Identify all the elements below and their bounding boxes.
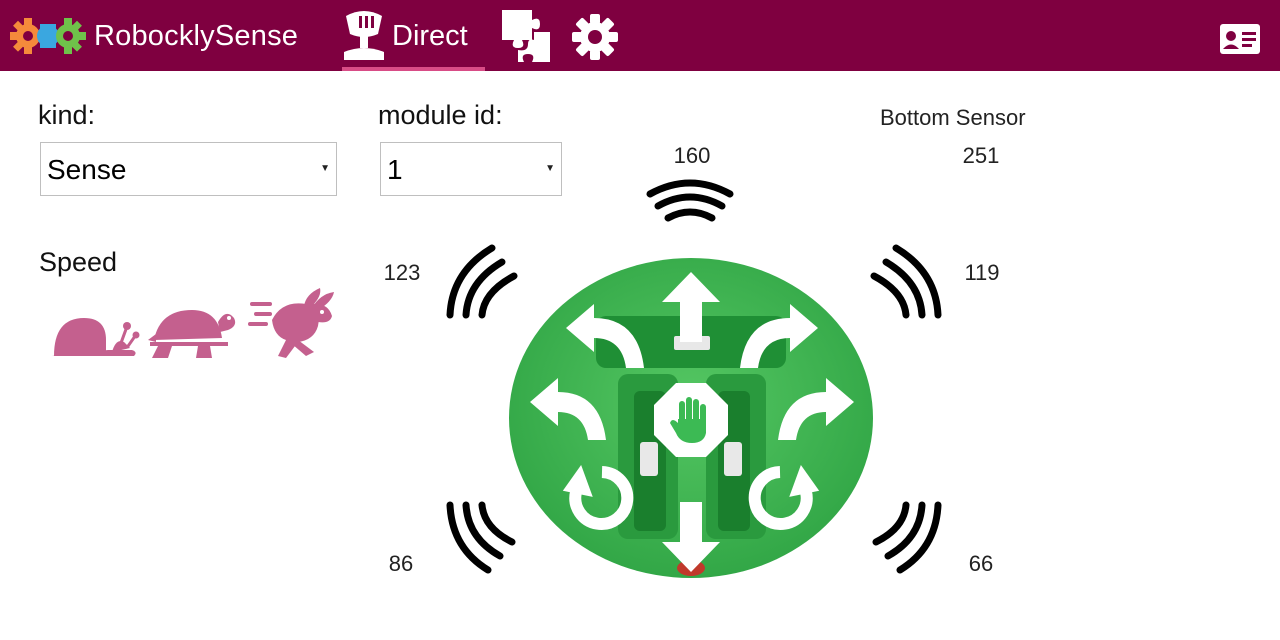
dropdown-arrow-icon: ▼ <box>320 163 330 174</box>
turn-right-arrow-icon <box>778 378 854 440</box>
rotate-left-icon <box>562 464 634 530</box>
kind-select[interactable]: Sense ▼ <box>40 142 337 196</box>
front-right-wave-icon <box>870 244 942 319</box>
profile-card-button[interactable] <box>1220 24 1260 54</box>
rear-right-wave-icon <box>872 501 942 574</box>
forward-button[interactable] <box>662 272 720 342</box>
rotate-right-icon <box>748 464 820 530</box>
gears-logo-icon <box>10 18 86 54</box>
kind-selected-value: Sense <box>47 154 127 185</box>
turn-left-arrow-icon <box>530 378 606 440</box>
turn-right-button[interactable] <box>776 378 854 440</box>
curve-arrow-right-icon <box>740 304 818 368</box>
speed-fast-button[interactable] <box>248 286 336 362</box>
speed-slow-button[interactable] <box>50 308 140 360</box>
puzzle-blocks-button[interactable] <box>502 10 550 62</box>
brand-name: RobocklySense <box>94 19 299 52</box>
curve-arrow-left-icon <box>566 304 644 368</box>
turn-left-button[interactable] <box>530 378 608 440</box>
rear-left-sensor-value: 86 <box>388 551 414 576</box>
snail-icon <box>52 318 140 356</box>
gear-icon <box>572 14 618 60</box>
forward-right-button[interactable] <box>736 304 818 368</box>
settings-button[interactable] <box>570 12 620 62</box>
rabbit-icon <box>248 288 334 358</box>
top-nav-bar: RobocklySense Direct <box>0 0 1280 71</box>
speed-label: Speed <box>39 247 118 277</box>
forward-left-button[interactable] <box>566 304 648 368</box>
backward-button[interactable] <box>662 502 720 572</box>
module-id-select[interactable]: 1 ▼ <box>380 142 562 196</box>
rear-left-wave-icon <box>446 501 516 574</box>
dropdown-arrow-icon: ▼ <box>545 163 555 174</box>
module-id-label: module id: <box>378 100 503 130</box>
module-id-selected-value: 1 <box>387 154 403 185</box>
arrow-down-icon <box>662 502 720 572</box>
bottom-sensor-label: Bottom Sensor <box>880 105 1026 130</box>
brand[interactable]: RobocklySense <box>10 12 298 60</box>
front-left-sensor-value: 123 <box>383 260 421 285</box>
front-left-wave-icon <box>446 244 518 319</box>
spin-right-button[interactable] <box>748 462 820 534</box>
front-sensor-value: 160 <box>673 143 711 168</box>
joystick-icon <box>344 11 384 60</box>
turtle-icon <box>148 310 236 358</box>
speed-medium-button[interactable] <box>148 302 238 360</box>
tab-direct[interactable]: Direct <box>338 6 486 68</box>
puzzle-icon <box>502 10 550 62</box>
front-right-sensor-value: 119 <box>964 260 1000 285</box>
active-tab-indicator <box>342 67 485 71</box>
stop-hand-icon <box>654 383 728 457</box>
arrow-up-icon <box>662 272 720 342</box>
front-wave-icon <box>646 179 734 222</box>
stop-button[interactable] <box>654 383 728 457</box>
id-card-icon <box>1220 24 1260 54</box>
spin-left-button[interactable] <box>562 462 634 534</box>
tab-direct-label: Direct <box>392 20 468 52</box>
kind-label: kind: <box>38 100 96 130</box>
bottom-sensor-value: 251 <box>962 143 1000 168</box>
rear-right-sensor-value: 66 <box>968 551 994 576</box>
